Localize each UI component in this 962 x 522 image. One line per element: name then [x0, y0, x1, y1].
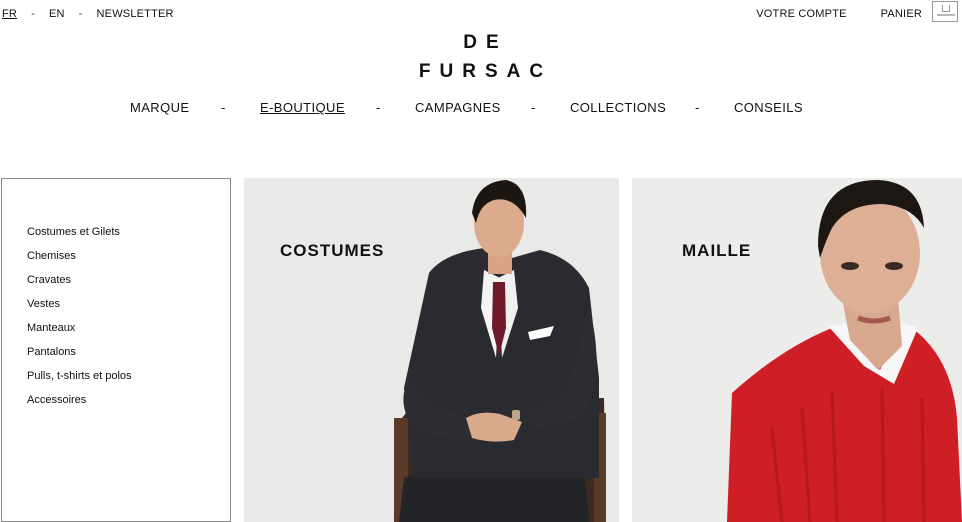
maille-model-image	[727, 180, 962, 522]
category-item[interactable]: Cravates	[27, 268, 132, 292]
category-card-maille[interactable]: MAILLE	[632, 178, 962, 522]
logo-line-1: DE	[463, 32, 508, 53]
bag-label-bar	[937, 14, 955, 16]
category-item[interactable]: Pantalons	[27, 340, 132, 364]
nav-separator: -	[221, 100, 226, 115]
category-item[interactable]: Pulls, t-shirts et polos	[27, 364, 132, 388]
category-item[interactable]: Accessoires	[27, 388, 132, 412]
nav-item-marque[interactable]: MARQUE	[130, 100, 189, 115]
category-list: Costumes et Gilets Chemises Cravates Ves…	[27, 220, 132, 412]
category-item[interactable]: Chemises	[27, 244, 132, 268]
category-card-costumes[interactable]: COSTUMES	[244, 178, 619, 522]
cart-link[interactable]: PANIER	[881, 8, 922, 20]
account-link[interactable]: VOTRE COMPTE	[756, 8, 846, 20]
category-item[interactable]: Manteaux	[27, 316, 132, 340]
main-nav: MARQUE - E-BOUTIQUE - CAMPAGNES - COLLEC…	[0, 100, 962, 118]
category-item[interactable]: Costumes et Gilets	[27, 220, 132, 244]
shopping-bag-icon[interactable]	[932, 1, 958, 22]
separator: -	[31, 8, 35, 20]
nav-separator: -	[695, 100, 700, 115]
top-bar: FR - EN - NEWSLETTER VOTRE COMPTE PANIER	[0, 0, 962, 28]
lang-fr-link[interactable]: FR	[2, 8, 17, 20]
separator: -	[78, 8, 83, 20]
logo-line-2: FURSAC	[418, 61, 553, 82]
lang-en-link[interactable]: EN	[49, 8, 65, 20]
brand-logo[interactable]: DE FURSAC	[0, 28, 962, 86]
nav-item-collections[interactable]: COLLECTIONS	[570, 100, 666, 115]
account-links: VOTRE COMPTE PANIER	[756, 8, 922, 20]
newsletter-link[interactable]: NEWSLETTER	[97, 8, 174, 20]
nav-item-conseils[interactable]: CONSEILS	[734, 100, 803, 115]
category-sidebar: Costumes et Gilets Chemises Cravates Ves…	[1, 178, 231, 522]
card-title-maille: MAILLE	[682, 241, 752, 260]
nav-item-e-boutique[interactable]: E-BOUTIQUE	[260, 100, 345, 115]
card-title-costumes: COSTUMES	[280, 241, 385, 260]
costumes-model-image	[394, 180, 606, 522]
category-item[interactable]: Vestes	[27, 292, 132, 316]
nav-item-campagnes[interactable]: CAMPAGNES	[415, 100, 501, 115]
language-switcher: FR - EN - NEWSLETTER	[2, 8, 174, 20]
bag-shape	[942, 5, 950, 12]
nav-separator: -	[376, 100, 381, 115]
nav-separator: -	[531, 100, 536, 115]
